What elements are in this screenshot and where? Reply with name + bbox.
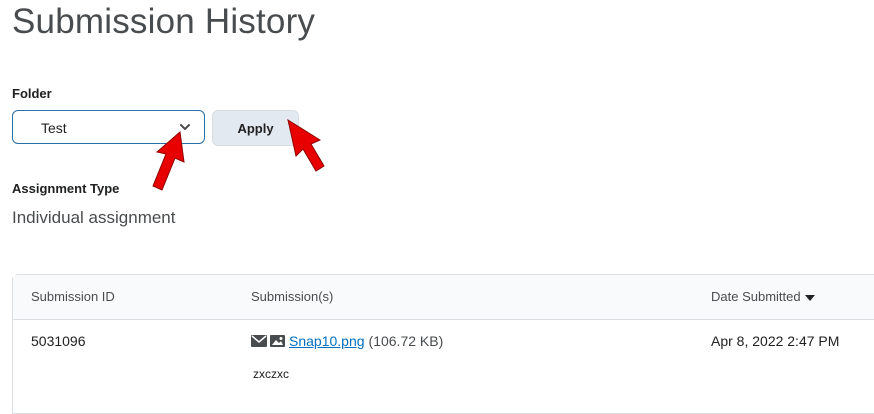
- page-title: Submission History: [12, 2, 316, 41]
- envelope-icon: [251, 335, 267, 347]
- file-link[interactable]: Snap10.png: [289, 333, 365, 349]
- folder-selected-value: Test: [41, 120, 67, 136]
- row-submission-id: 5031096: [31, 333, 86, 349]
- table-header: Submission ID Submission(s) Date Submitt…: [13, 275, 874, 320]
- submission-table: Submission ID Submission(s) Date Submitt…: [12, 274, 874, 414]
- red-arrow-annotation: [152, 131, 185, 191]
- assignment-type-label: Assignment Type: [12, 181, 120, 196]
- row-submission: Snap10.png (106.72 KB): [251, 333, 443, 349]
- header-date-label: Date Submitted: [711, 289, 801, 304]
- header-date-submitted[interactable]: Date Submitted: [711, 289, 815, 304]
- assignment-type-value: Individual assignment: [12, 208, 176, 227]
- folder-label: Folder: [12, 86, 52, 101]
- header-submission-id: Submission ID: [31, 289, 115, 304]
- row-date-submitted: Apr 8, 2022 2:47 PM: [711, 333, 840, 349]
- header-submissions: Submission(s): [251, 289, 334, 304]
- file-size: (106.72 KB): [368, 333, 444, 349]
- image-icon: [270, 335, 285, 347]
- sort-down-icon: [804, 294, 815, 301]
- row-comment: zxczxc: [253, 367, 289, 381]
- red-arrow-annotation: [287, 118, 325, 172]
